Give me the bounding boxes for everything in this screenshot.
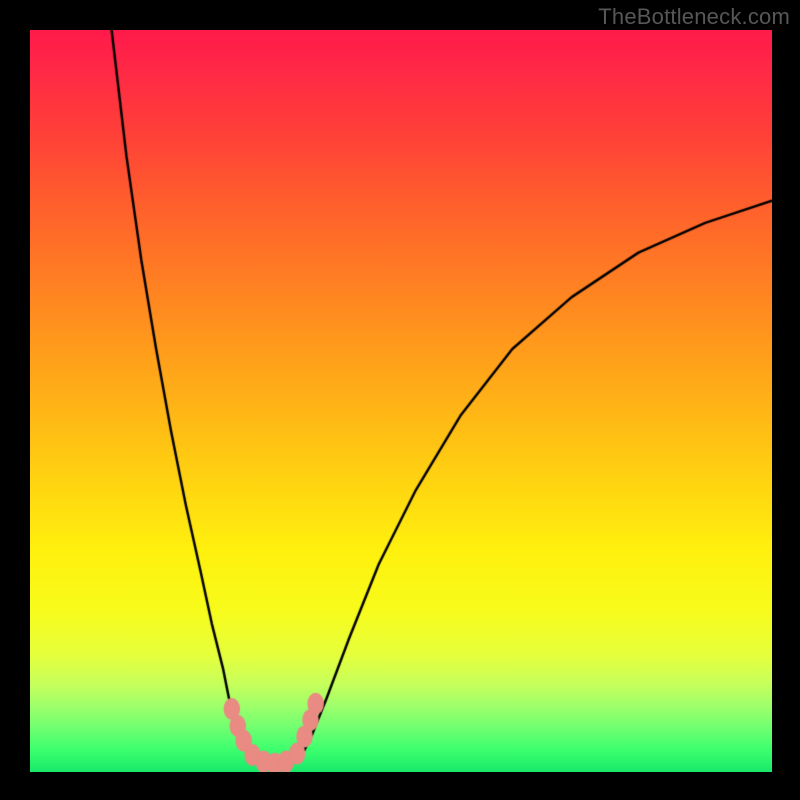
outer-frame: TheBottleneck.com xyxy=(0,0,800,800)
watermark-text: TheBottleneck.com xyxy=(598,4,790,30)
plot-area xyxy=(30,30,772,772)
bottleneck-curve-canvas xyxy=(30,30,772,772)
